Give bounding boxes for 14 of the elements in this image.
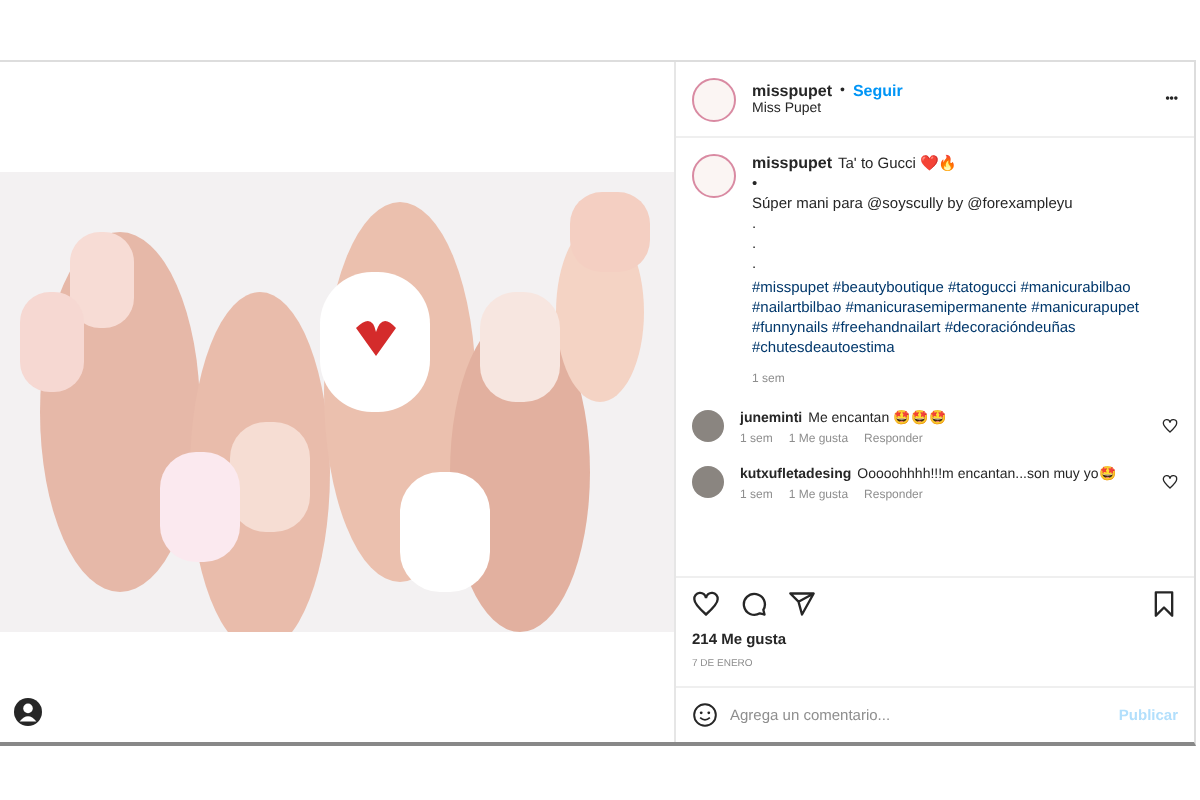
username[interactable]: misspupet: [752, 154, 833, 172]
smiley-icon[interactable]: [692, 702, 718, 728]
avatar[interactable]: [692, 410, 724, 442]
avatar[interactable]: [692, 466, 724, 498]
user-tag-icon[interactable]: [14, 698, 42, 726]
heart-icon[interactable]: [692, 590, 720, 618]
send-icon[interactable]: [788, 590, 816, 618]
bookmark-icon[interactable]: [1150, 590, 1178, 618]
avatar[interactable]: [692, 77, 736, 121]
comment-icon[interactable]: [740, 590, 768, 618]
username[interactable]: misspupet: [752, 82, 833, 100]
heart-icon[interactable]: [1162, 474, 1178, 490]
avatar[interactable]: [692, 154, 736, 198]
heart-icon[interactable]: [1162, 418, 1178, 434]
